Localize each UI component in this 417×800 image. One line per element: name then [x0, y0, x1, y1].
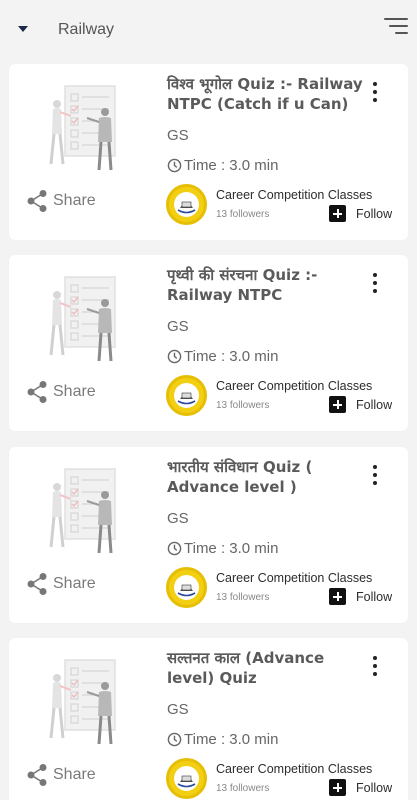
publisher-name[interactable]: Career Competition Classes [216, 188, 372, 202]
publisher-emblem-icon [177, 775, 196, 788]
follow-label: Follow [356, 397, 393, 412]
share-label: Share [53, 766, 96, 783]
quiz-duration-text: Time : 3.0 min [184, 540, 279, 557]
more-options-icon[interactable] [365, 271, 385, 295]
publisher-emblem-icon [177, 201, 196, 214]
share-button[interactable]: Share [26, 571, 96, 597]
follow-button[interactable]: Follow [329, 396, 392, 413]
filter-lines-icon[interactable] [384, 17, 410, 39]
share-label: Share [53, 575, 96, 592]
clock-icon [167, 158, 182, 173]
follow-button[interactable]: Follow [329, 779, 392, 796]
category-selector[interactable]: Railway [58, 21, 114, 39]
more-options-icon[interactable] [365, 463, 385, 487]
share-icon [27, 764, 47, 786]
publisher-emblem-icon [177, 584, 196, 597]
caret-down-icon[interactable] [18, 26, 28, 32]
publisher-emblem-icon [177, 392, 196, 405]
follow-button[interactable]: Follow [329, 588, 392, 605]
quiz-duration: Time : 3.0 min [167, 348, 278, 365]
follower-count: 13 followers [216, 783, 270, 794]
publisher-logo[interactable] [166, 758, 207, 799]
follow-label: Follow [356, 206, 393, 221]
quiz-checklist-illustration [49, 659, 116, 745]
quiz-card[interactable]: Share विश्व भूगोल Quiz :- Railway NTPC (… [9, 64, 408, 240]
share-button[interactable]: Share [26, 762, 96, 788]
quiz-title[interactable]: पृथ्वी की संरचना Quiz :- Railway NTPC [167, 265, 367, 305]
quiz-duration-text: Time : 3.0 min [184, 348, 279, 365]
top-bar: Railway [0, 0, 417, 58]
quiz-card[interactable]: Share भारतीय संविधान Quiz ( Advance leve… [9, 447, 408, 623]
follow-label: Follow [356, 589, 393, 604]
publisher-logo[interactable] [166, 567, 207, 608]
follow-button[interactable]: Follow [329, 205, 392, 222]
clock-icon [167, 732, 182, 747]
publisher-name[interactable]: Career Competition Classes [216, 762, 372, 776]
quiz-card[interactable]: Share पृथ्वी की संरचना Quiz :- Railway N… [9, 255, 408, 431]
quiz-subject: GS [167, 127, 189, 144]
plus-icon [329, 779, 346, 796]
share-icon [27, 381, 47, 403]
quiz-title[interactable]: भारतीय संविधान Quiz ( Advance level ) [167, 457, 367, 497]
quiz-duration: Time : 3.0 min [167, 540, 278, 557]
publisher-logo[interactable] [166, 375, 207, 416]
quiz-subject: GS [167, 510, 189, 527]
follower-count: 13 followers [216, 592, 270, 603]
follower-count: 13 followers [216, 400, 270, 411]
share-button[interactable]: Share [26, 379, 96, 405]
publisher-name[interactable]: Career Competition Classes [216, 379, 372, 393]
quiz-checklist-illustration [49, 85, 116, 171]
quiz-checklist-illustration [49, 276, 116, 362]
quiz-duration: Time : 3.0 min [167, 157, 278, 174]
quiz-duration-text: Time : 3.0 min [184, 731, 279, 748]
quiz-checklist-illustration [49, 468, 116, 554]
share-icon [27, 573, 47, 595]
publisher-logo[interactable] [166, 184, 207, 225]
share-icon [27, 190, 47, 212]
share-label: Share [53, 383, 96, 400]
follow-label: Follow [356, 780, 393, 795]
more-options-icon[interactable] [365, 654, 385, 678]
share-label: Share [53, 192, 96, 209]
publisher-name[interactable]: Career Competition Classes [216, 571, 372, 585]
quiz-duration-text: Time : 3.0 min [184, 157, 279, 174]
quiz-title[interactable]: सल्तनत काल (Advance level) Quiz [167, 648, 367, 688]
quiz-card[interactable]: Share सल्तनत काल (Advance level) Quiz GS… [9, 638, 408, 800]
clock-icon [167, 349, 182, 364]
quiz-subject: GS [167, 318, 189, 335]
plus-icon [329, 588, 346, 605]
quiz-duration: Time : 3.0 min [167, 731, 278, 748]
plus-icon [329, 396, 346, 413]
quiz-title[interactable]: विश्व भूगोल Quiz :- Railway NTPC (Catch … [167, 74, 367, 114]
more-options-icon[interactable] [365, 80, 385, 104]
share-button[interactable]: Share [26, 188, 96, 214]
clock-icon [167, 541, 182, 556]
quiz-subject: GS [167, 701, 189, 718]
plus-icon [329, 205, 346, 222]
follower-count: 13 followers [216, 209, 270, 220]
